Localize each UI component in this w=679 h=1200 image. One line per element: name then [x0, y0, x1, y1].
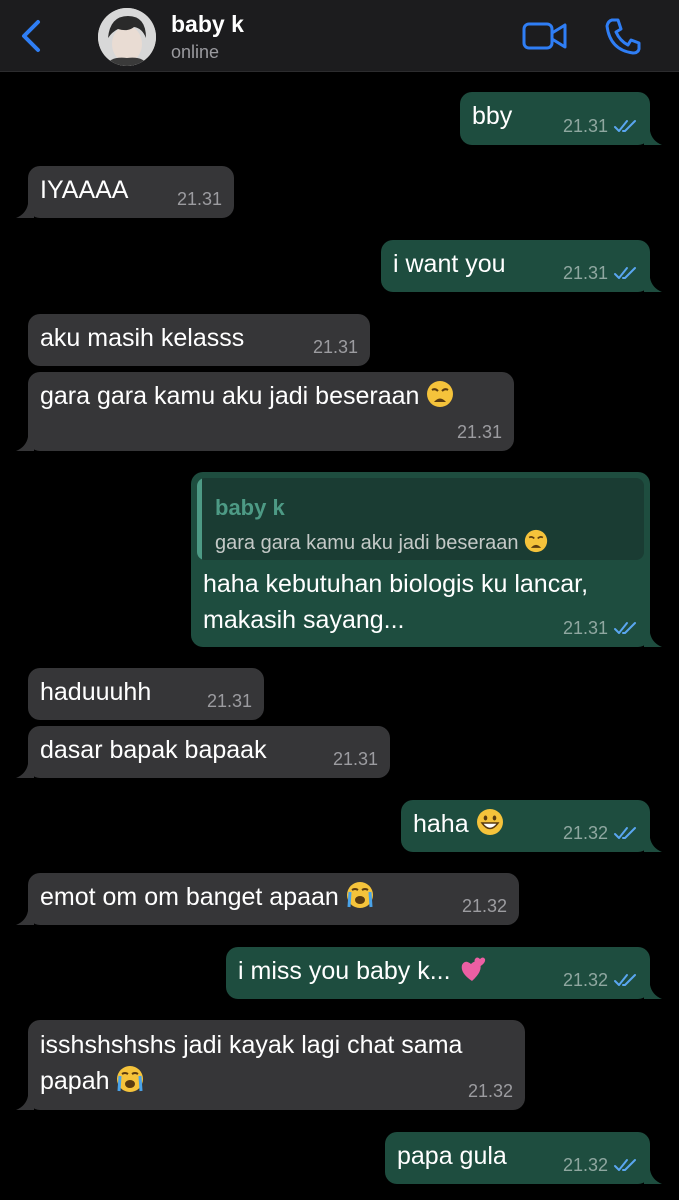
bubble-tail: [16, 911, 34, 925]
message-meta: 21.32: [468, 1081, 513, 1101]
message-meta: 21.31: [563, 618, 638, 638]
loudly-crying-face-emoji: [116, 1065, 145, 1093]
loudly-crying-face-emoji: [345, 881, 374, 909]
back-chevron-icon[interactable]: [18, 18, 46, 54]
message-line: isshshshshs jadi kayak lagi chat sama: [40, 1031, 463, 1059]
bubble-tail: [644, 985, 662, 999]
message-time: 21.31: [176, 189, 222, 209]
message-bubble-outgoing[interactable]: haha 21.32: [401, 800, 662, 852]
message-time: 21.31: [562, 116, 608, 136]
message-time: 21.31: [456, 422, 502, 442]
message-bubble-outgoing[interactable]: i want you 21.31: [381, 240, 662, 292]
message-text: isshshshshs jadi kayak lagi chat sama pa…: [40, 1027, 513, 1099]
message-line: haha kebutuhan biologis ku lancar,: [203, 570, 589, 598]
message-bubble-incoming[interactable]: gara gara kamu aku jadi beseraan 21.31: [16, 372, 514, 451]
message-time: 21.31: [332, 749, 378, 769]
message-time: 21.31: [206, 691, 252, 711]
message-meta: 21.31: [177, 189, 222, 209]
message-text: emot om om banget apaan: [40, 880, 374, 915]
bubble-tail: [16, 764, 34, 778]
message-meta: 21.31: [563, 116, 638, 136]
message-text: haduuuhh: [40, 678, 152, 706]
bubble-tail: [644, 838, 662, 852]
bubble-tail: [644, 1170, 662, 1184]
message-bubble-incoming[interactable]: aku masih kelasss 21.31: [28, 314, 370, 366]
message-text: haha: [413, 807, 504, 842]
message-bubble-incoming[interactable]: emot om om banget apaan 21.32: [16, 873, 519, 925]
message-meta: 21.32: [563, 1155, 638, 1175]
quoted-text: gara gara kamu aku jadi beseraan: [215, 526, 549, 560]
quoted-message[interactable]: baby k gara gara kamu aku jadi beseraan: [197, 478, 644, 560]
message-meta: 21.31: [313, 337, 358, 357]
message-bubble-incoming[interactable]: isshshshshs jadi kayak lagi chat sama pa…: [16, 1020, 525, 1110]
double-check-icon: [614, 120, 636, 132]
double-check-icon: [614, 622, 636, 634]
message-time: 21.32: [461, 896, 507, 916]
message-meta: 21.31: [563, 263, 638, 283]
message-time: 21.32: [562, 970, 608, 990]
message-bubble-outgoing[interactable]: bby 21.31: [460, 92, 662, 145]
message-text: haha kebutuhan biologis ku lancar, makas…: [203, 566, 588, 638]
message-text: aku masih kelasss: [40, 324, 245, 352]
contact-name[interactable]: baby k: [171, 11, 244, 38]
message-bubble-incoming[interactable]: dasar bapak bapaak 21.31: [16, 726, 390, 778]
message-text: i miss you baby k...: [238, 954, 486, 989]
bubble-tail: [16, 1096, 34, 1110]
message-time: 21.32: [467, 1081, 513, 1101]
message-bubble-incoming[interactable]: IYAAAA 21.31: [16, 166, 234, 218]
message-text: bby: [472, 102, 513, 130]
message-time: 21.31: [562, 263, 608, 283]
quote-accent-bar: [197, 478, 202, 560]
bubble-tail: [16, 204, 34, 218]
message-time: 21.31: [312, 337, 358, 357]
message-text: dasar bapak bapaak: [40, 736, 267, 764]
weary-face-emoji: [524, 529, 549, 553]
grinning-face-emoji: [475, 808, 504, 836]
message-line: papah: [40, 1063, 513, 1099]
bubble-tail: [644, 633, 662, 647]
chat-header: baby k online: [0, 0, 679, 72]
video-camera-icon[interactable]: [522, 20, 568, 52]
message-meta: 21.32: [462, 896, 507, 916]
message-text: gara gara kamu aku jadi beseraan: [40, 379, 455, 414]
bubble-tail: [16, 437, 34, 451]
message-meta: 21.31: [333, 749, 378, 769]
message-meta: 21.32: [563, 823, 638, 843]
double-check-icon: [614, 1159, 636, 1171]
message-bubble-outgoing[interactable]: papa gula 21.32: [385, 1132, 662, 1184]
contact-status: online: [171, 42, 220, 62]
bubble-tail: [644, 278, 662, 292]
weary-face-emoji: [426, 380, 455, 408]
message-text: IYAAAA: [40, 176, 129, 204]
message-text: papa gula: [397, 1142, 507, 1170]
quoted-sender: baby k: [215, 495, 285, 520]
double-check-icon: [614, 267, 636, 279]
message-time: 21.32: [562, 823, 608, 843]
phone-icon[interactable]: [604, 16, 642, 56]
double-check-icon: [614, 974, 636, 986]
message-time: 21.31: [562, 618, 608, 638]
message-meta: 21.31: [457, 422, 502, 442]
avatar[interactable]: [98, 8, 156, 66]
message-bubble-incoming[interactable]: haduuuhh 21.31: [28, 668, 264, 720]
message-meta: 21.31: [207, 691, 252, 711]
message-text: i want you: [393, 250, 506, 278]
message-line: makasih sayang...: [203, 606, 405, 634]
message-time: 21.32: [562, 1155, 608, 1175]
two-hearts-emoji: [461, 957, 485, 981]
message-bubble-outgoing[interactable]: i miss you baby k... 21.32: [226, 947, 662, 999]
bubble-tail: [644, 131, 662, 145]
message-bubble-outgoing-reply[interactable]: baby k gara gara kamu aku jadi beseraan …: [191, 472, 662, 647]
message-meta: 21.32: [563, 970, 638, 990]
double-check-icon: [614, 827, 636, 839]
